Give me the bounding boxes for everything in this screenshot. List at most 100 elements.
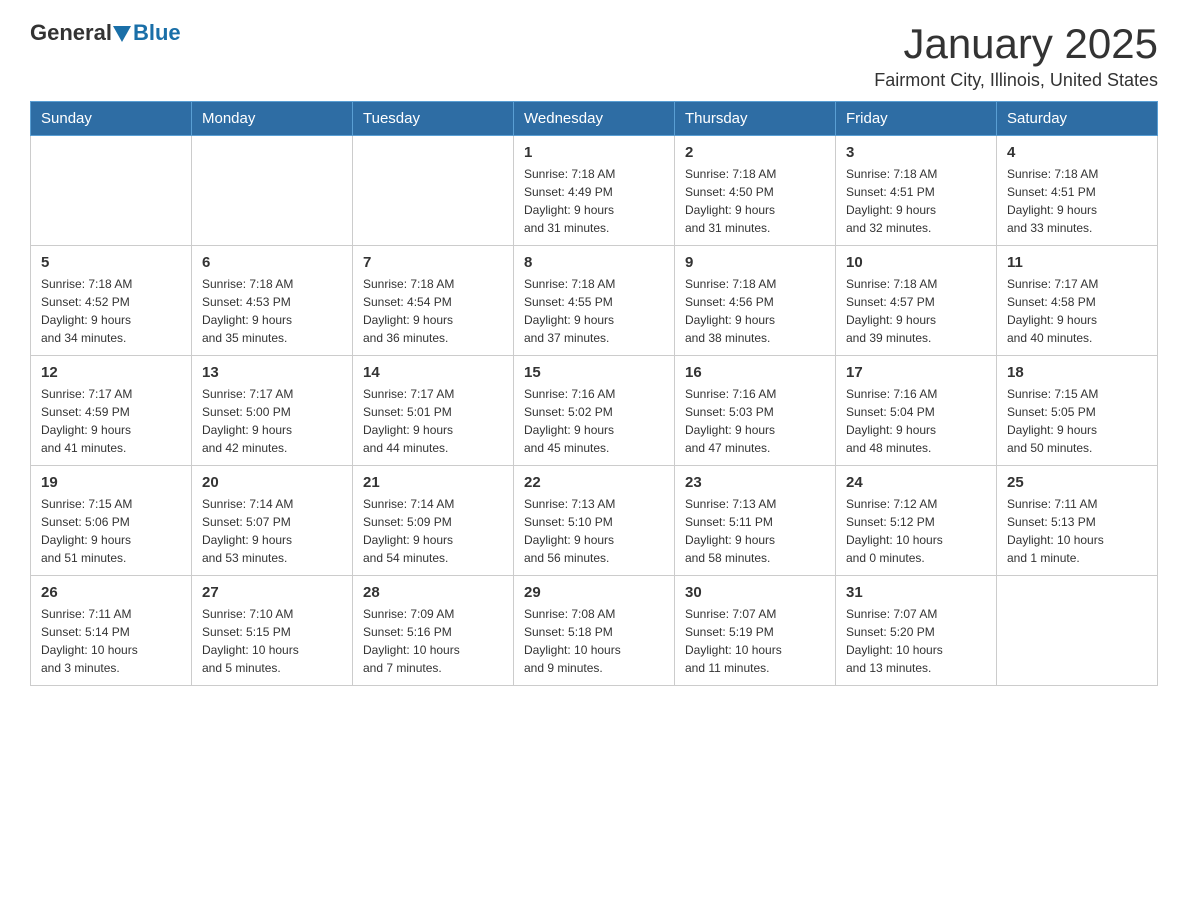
logo-triangle-icon xyxy=(113,26,131,42)
cell-week4-day4: 30 Sunrise: 7:07 AMSunset: 5:19 PMDayligh… xyxy=(675,576,836,686)
day-info: Sunrise: 7:18 AMSunset: 4:56 PMDaylight:… xyxy=(685,275,825,347)
days-header-row: Sunday Monday Tuesday Wednesday Thursday… xyxy=(31,102,1158,136)
month-title: January 2025 xyxy=(874,20,1158,68)
title-block: January 2025 Fairmont City, Illinois, Un… xyxy=(874,20,1158,91)
day-info: Sunrise: 7:18 AMSunset: 4:54 PMDaylight:… xyxy=(363,275,503,347)
day-info: Sunrise: 7:18 AMSunset: 4:53 PMDaylight:… xyxy=(202,275,342,347)
day-info: Sunrise: 7:17 AMSunset: 4:59 PMDaylight:… xyxy=(41,385,181,457)
day-number: 29 xyxy=(524,584,664,601)
day-info: Sunrise: 7:18 AMSunset: 4:49 PMDaylight:… xyxy=(524,165,664,237)
header-sunday: Sunday xyxy=(31,102,192,136)
day-info: Sunrise: 7:18 AMSunset: 4:51 PMDaylight:… xyxy=(1007,165,1147,237)
cell-week0-day1 xyxy=(192,136,353,246)
day-info: Sunrise: 7:07 AMSunset: 5:19 PMDaylight:… xyxy=(685,605,825,677)
cell-week3-day3: 22 Sunrise: 7:13 AMSunset: 5:10 PMDayligh… xyxy=(514,466,675,576)
cell-week0-day0 xyxy=(31,136,192,246)
cell-week2-day3: 15 Sunrise: 7:16 AMSunset: 5:02 PMDayligh… xyxy=(514,356,675,466)
day-number: 18 xyxy=(1007,364,1147,381)
cell-week3-day5: 24 Sunrise: 7:12 AMSunset: 5:12 PMDayligh… xyxy=(836,466,997,576)
day-number: 9 xyxy=(685,254,825,271)
day-number: 12 xyxy=(41,364,181,381)
day-number: 27 xyxy=(202,584,342,601)
day-number: 4 xyxy=(1007,144,1147,161)
cell-week4-day2: 28 Sunrise: 7:09 AMSunset: 5:16 PMDayligh… xyxy=(353,576,514,686)
cell-week1-day1: 6 Sunrise: 7:18 AMSunset: 4:53 PMDaylight… xyxy=(192,246,353,356)
day-info: Sunrise: 7:18 AMSunset: 4:55 PMDaylight:… xyxy=(524,275,664,347)
day-number: 1 xyxy=(524,144,664,161)
logo-blue-text: Blue xyxy=(133,20,181,46)
day-number: 30 xyxy=(685,584,825,601)
day-number: 11 xyxy=(1007,254,1147,271)
location-title: Fairmont City, Illinois, United States xyxy=(874,70,1158,91)
cell-week4-day1: 27 Sunrise: 7:10 AMSunset: 5:15 PMDayligh… xyxy=(192,576,353,686)
cell-week0-day5: 3 Sunrise: 7:18 AMSunset: 4:51 PMDaylight… xyxy=(836,136,997,246)
day-info: Sunrise: 7:11 AMSunset: 5:14 PMDaylight:… xyxy=(41,605,181,677)
cell-week4-day3: 29Sunrise: 7:08 AMSunset: 5:18 PMDayligh… xyxy=(514,576,675,686)
cell-week1-day2: 7 Sunrise: 7:18 AMSunset: 4:54 PMDaylight… xyxy=(353,246,514,356)
cell-week0-day3: 1 Sunrise: 7:18 AMSunset: 4:49 PMDaylight… xyxy=(514,136,675,246)
day-number: 14 xyxy=(363,364,503,381)
cell-week4-day0: 26 Sunrise: 7:11 AMSunset: 5:14 PMDayligh… xyxy=(31,576,192,686)
day-number: 8 xyxy=(524,254,664,271)
day-number: 28 xyxy=(363,584,503,601)
day-info: Sunrise: 7:14 AMSunset: 5:09 PMDaylight:… xyxy=(363,495,503,567)
day-number: 25 xyxy=(1007,474,1147,491)
cell-week3-day4: 23 Sunrise: 7:13 AMSunset: 5:11 PMDayligh… xyxy=(675,466,836,576)
header-friday: Friday xyxy=(836,102,997,136)
cell-week1-day6: 11Sunrise: 7:17 AMSunset: 4:58 PMDayligh… xyxy=(997,246,1158,356)
cell-week1-day5: 10Sunrise: 7:18 AMSunset: 4:57 PMDayligh… xyxy=(836,246,997,356)
day-info: Sunrise: 7:12 AMSunset: 5:12 PMDaylight:… xyxy=(846,495,986,567)
cell-week4-day5: 31Sunrise: 7:07 AMSunset: 5:20 PMDayligh… xyxy=(836,576,997,686)
header-thursday: Thursday xyxy=(675,102,836,136)
day-info: Sunrise: 7:13 AMSunset: 5:11 PMDaylight:… xyxy=(685,495,825,567)
day-info: Sunrise: 7:14 AMSunset: 5:07 PMDaylight:… xyxy=(202,495,342,567)
cell-week2-day1: 13Sunrise: 7:17 AMSunset: 5:00 PMDayligh… xyxy=(192,356,353,466)
day-info: Sunrise: 7:16 AMSunset: 5:04 PMDaylight:… xyxy=(846,385,986,457)
week-row-4: 26 Sunrise: 7:11 AMSunset: 5:14 PMDayligh… xyxy=(31,576,1158,686)
day-info: Sunrise: 7:16 AMSunset: 5:03 PMDaylight:… xyxy=(685,385,825,457)
cell-week0-day2 xyxy=(353,136,514,246)
day-info: Sunrise: 7:15 AMSunset: 5:05 PMDaylight:… xyxy=(1007,385,1147,457)
day-number: 13 xyxy=(202,364,342,381)
day-number: 7 xyxy=(363,254,503,271)
day-number: 26 xyxy=(41,584,181,601)
day-info: Sunrise: 7:15 AMSunset: 5:06 PMDaylight:… xyxy=(41,495,181,567)
cell-week2-day5: 17 Sunrise: 7:16 AMSunset: 5:04 PMDayligh… xyxy=(836,356,997,466)
day-number: 21 xyxy=(363,474,503,491)
day-number: 3 xyxy=(846,144,986,161)
day-number: 23 xyxy=(685,474,825,491)
logo-general-text: General xyxy=(30,20,112,46)
cell-week2-day6: 18 Sunrise: 7:15 AMSunset: 5:05 PMDayligh… xyxy=(997,356,1158,466)
day-info: Sunrise: 7:16 AMSunset: 5:02 PMDaylight:… xyxy=(524,385,664,457)
header-saturday: Saturday xyxy=(997,102,1158,136)
day-number: 17 xyxy=(846,364,986,381)
week-row-2: 12 Sunrise: 7:17 AMSunset: 4:59 PMDayligh… xyxy=(31,356,1158,466)
day-info: Sunrise: 7:13 AMSunset: 5:10 PMDaylight:… xyxy=(524,495,664,567)
page-header: General Blue January 2025 Fairmont City,… xyxy=(30,20,1158,91)
day-number: 24 xyxy=(846,474,986,491)
week-row-3: 19Sunrise: 7:15 AMSunset: 5:06 PMDayligh… xyxy=(31,466,1158,576)
cell-week3-day2: 21 Sunrise: 7:14 AMSunset: 5:09 PMDayligh… xyxy=(353,466,514,576)
header-wednesday: Wednesday xyxy=(514,102,675,136)
cell-week2-day2: 14 Sunrise: 7:17 AMSunset: 5:01 PMDayligh… xyxy=(353,356,514,466)
day-info: Sunrise: 7:18 AMSunset: 4:51 PMDaylight:… xyxy=(846,165,986,237)
day-info: Sunrise: 7:09 AMSunset: 5:16 PMDaylight:… xyxy=(363,605,503,677)
day-number: 22 xyxy=(524,474,664,491)
week-row-1: 5Sunrise: 7:18 AMSunset: 4:52 PMDaylight… xyxy=(31,246,1158,356)
cell-week2-day0: 12 Sunrise: 7:17 AMSunset: 4:59 PMDayligh… xyxy=(31,356,192,466)
day-info: Sunrise: 7:18 AMSunset: 4:50 PMDaylight:… xyxy=(685,165,825,237)
day-number: 6 xyxy=(202,254,342,271)
day-number: 10 xyxy=(846,254,986,271)
day-info: Sunrise: 7:10 AMSunset: 5:15 PMDaylight:… xyxy=(202,605,342,677)
day-info: Sunrise: 7:07 AMSunset: 5:20 PMDaylight:… xyxy=(846,605,986,677)
day-info: Sunrise: 7:11 AMSunset: 5:13 PMDaylight:… xyxy=(1007,495,1147,567)
day-number: 15 xyxy=(524,364,664,381)
cell-week2-day4: 16Sunrise: 7:16 AMSunset: 5:03 PMDayligh… xyxy=(675,356,836,466)
cell-week3-day0: 19Sunrise: 7:15 AMSunset: 5:06 PMDayligh… xyxy=(31,466,192,576)
cell-week4-day6 xyxy=(997,576,1158,686)
header-tuesday: Tuesday xyxy=(353,102,514,136)
day-info: Sunrise: 7:17 AMSunset: 5:01 PMDaylight:… xyxy=(363,385,503,457)
header-monday: Monday xyxy=(192,102,353,136)
week-row-0: 1 Sunrise: 7:18 AMSunset: 4:49 PMDaylight… xyxy=(31,136,1158,246)
day-number: 2 xyxy=(685,144,825,161)
